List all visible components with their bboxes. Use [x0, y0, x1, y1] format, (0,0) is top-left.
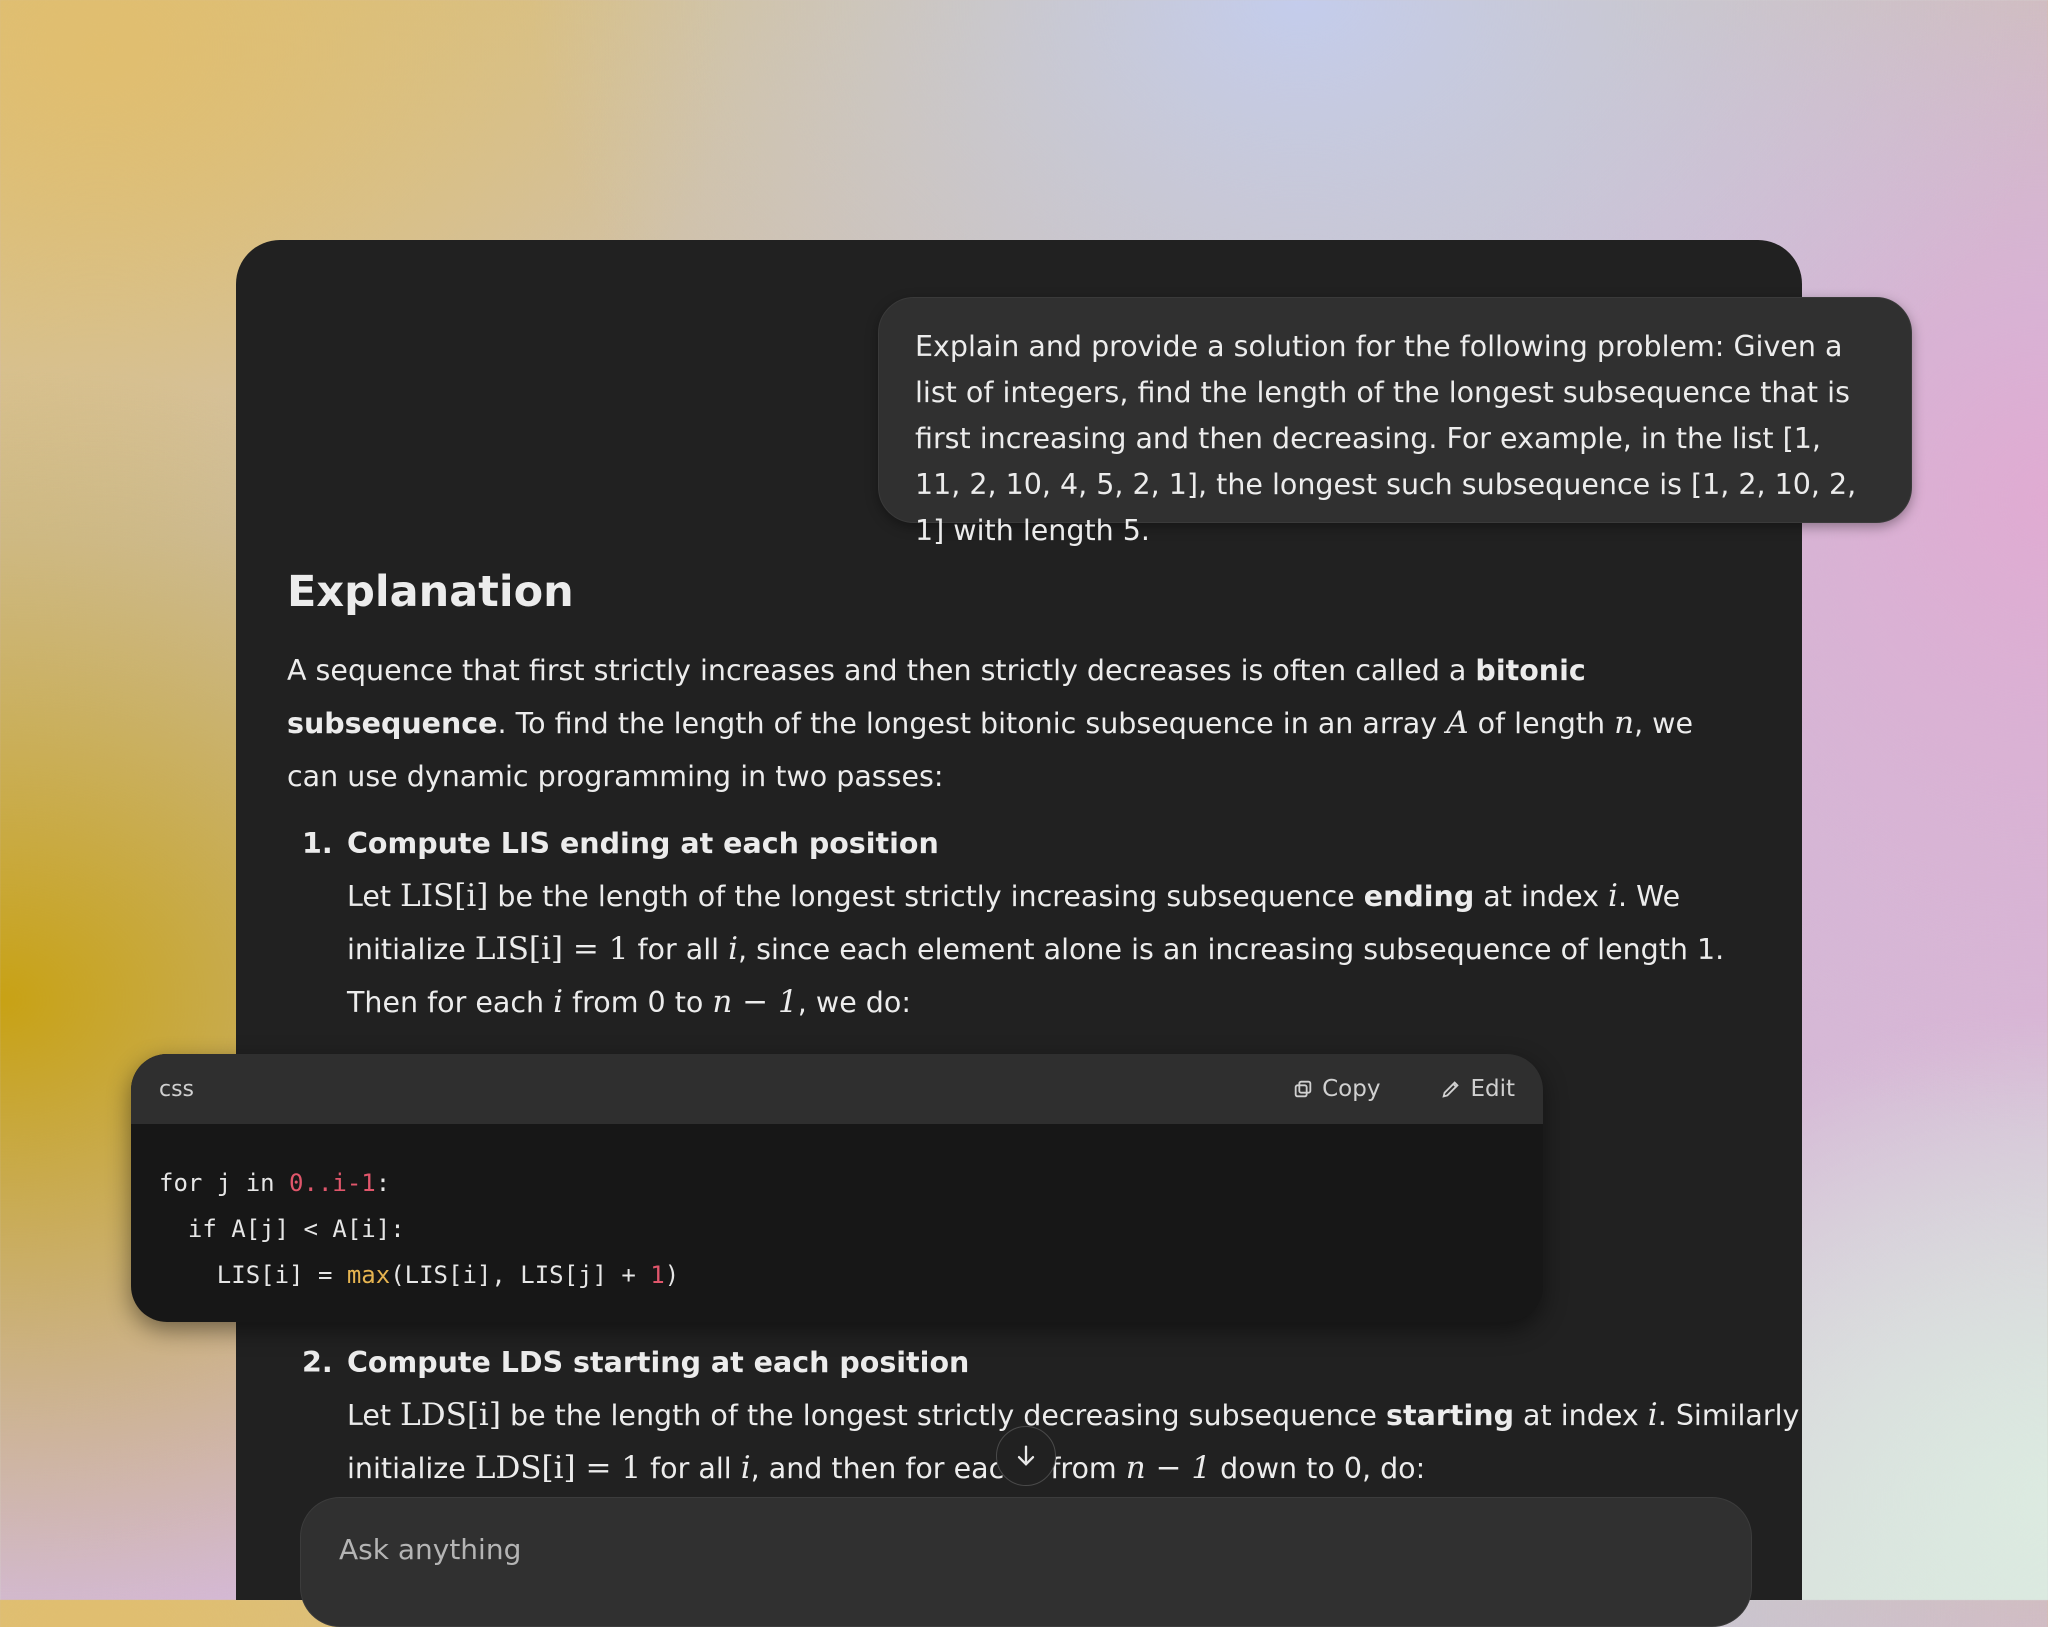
- step-text: at index: [1474, 880, 1609, 913]
- list-number: 2.: [302, 1346, 333, 1379]
- list-number: 1.: [302, 827, 333, 860]
- math-var: i: [1608, 878, 1618, 914]
- intro-paragraph: A sequence that first strictly increases…: [287, 644, 1747, 803]
- code-block-header: css Copy Edit: [131, 1054, 1543, 1124]
- math-var: i: [728, 931, 739, 967]
- code-block: css Copy Edit for j in 0..i-1: if A[j] <…: [131, 1054, 1543, 1322]
- list-item-step1: 1. Compute LIS ending at each position L…: [287, 817, 1747, 1029]
- step-title: Compute LDS starting at each position: [347, 1346, 970, 1379]
- math-var: i: [740, 1450, 751, 1486]
- assistant-response: Explanation A sequence that first strict…: [287, 560, 1799, 1486]
- edit-label: Edit: [1470, 1076, 1515, 1102]
- step-bold: ending: [1363, 880, 1475, 913]
- code-token-function: max: [346, 1261, 391, 1289]
- code-content: for j in 0..i-1: if A[j] < A[i]: LIS[i] …: [131, 1124, 1543, 1322]
- user-message-bubble: Explain and provide a solution for the f…: [878, 297, 1912, 547]
- step-text: from 0 to: [563, 986, 713, 1019]
- step-text: Let: [347, 1399, 401, 1432]
- code-token: :: [375, 1169, 391, 1197]
- chat-input[interactable]: [337, 1528, 1641, 1570]
- edit-pen-icon: [1442, 1081, 1460, 1098]
- code-token: ): [664, 1261, 680, 1289]
- scroll-to-bottom-button[interactable]: [996, 1426, 1056, 1486]
- copy-label: Copy: [1322, 1076, 1381, 1102]
- step-bold: starting: [1386, 1399, 1514, 1432]
- step-text: at index: [1513, 1399, 1648, 1432]
- code-language-label: css: [159, 1076, 195, 1102]
- step-text: for all: [641, 1452, 741, 1485]
- step-text: be the length of the longest strictly in…: [488, 880, 1364, 913]
- math-expr: LDS[i] = 1: [474, 1450, 642, 1486]
- math-var: i: [553, 984, 564, 1020]
- step-body: Let LDS[i] be the length of the longest …: [347, 1389, 1807, 1495]
- message-composer: [300, 1497, 1752, 1627]
- user-message-text: Explain and provide a solution for the f…: [915, 330, 1857, 547]
- arrow-down-icon: [1017, 1445, 1035, 1466]
- math-expr: n − 1: [1125, 1450, 1212, 1486]
- math-expr: LDS[i]: [400, 1397, 501, 1433]
- step-text: be the length of the longest strictly de…: [500, 1399, 1387, 1432]
- code-token-number: 1: [650, 1261, 665, 1289]
- intro-text: of length: [1468, 707, 1615, 740]
- step-text: for all: [628, 933, 729, 966]
- response-heading: Explanation: [287, 567, 574, 617]
- step-text: down to 0, do:: [1211, 1452, 1426, 1485]
- math-var: n: [1614, 705, 1635, 741]
- code-token: if A[j] < A[i]:: [159, 1215, 405, 1243]
- step-body: Let LIS[i] be the length of the longest …: [347, 870, 1747, 1029]
- code-line: if A[j] < A[i]:: [159, 1206, 1515, 1252]
- step-title: Compute LIS ending at each position: [347, 827, 939, 860]
- math-expr: n − 1: [712, 984, 798, 1020]
- math-expr: LIS[i] = 1: [474, 931, 629, 967]
- step-text: , we do:: [797, 986, 911, 1019]
- intro-text: . To find the length of the longest bito…: [497, 707, 1447, 740]
- code-token: (LIS[i], LIS[j] +: [390, 1261, 651, 1289]
- copy-button[interactable]: Copy: [1292, 1076, 1380, 1102]
- step-text: , and then for each: [750, 1452, 1032, 1485]
- math-var: A: [1446, 705, 1469, 741]
- code-token-number: 0..i-1: [289, 1169, 376, 1197]
- math-expr: LIS[i]: [400, 878, 489, 914]
- copy-icon: [1294, 1080, 1312, 1098]
- edit-button[interactable]: Edit: [1440, 1076, 1515, 1102]
- math-var: i: [1647, 1397, 1658, 1433]
- code-token: LIS[i] =: [159, 1261, 347, 1289]
- code-line: LIS[i] = max(LIS[i], LIS[j] + 1): [159, 1252, 1515, 1298]
- intro-text: A sequence that first strictly increases…: [287, 654, 1476, 687]
- code-token: for j in: [159, 1169, 290, 1197]
- step-text: Let: [347, 880, 401, 913]
- code-line: for j in 0..i-1:: [159, 1160, 1515, 1206]
